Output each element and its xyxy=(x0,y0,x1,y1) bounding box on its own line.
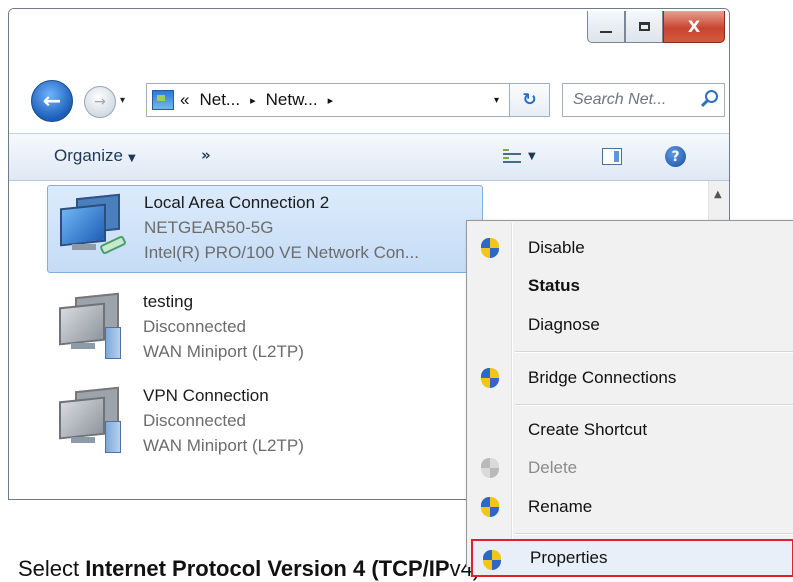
title-bar: X xyxy=(9,9,729,65)
connection-item-vpn-connection[interactable]: VPN Connection Disconnected WAN Miniport… xyxy=(47,379,483,467)
view-options-dropdown[interactable]: ▼ xyxy=(528,151,536,162)
menu-separator xyxy=(515,351,793,353)
context-menu: Disable Status Diagnose Bridge Connectio… xyxy=(466,220,793,577)
control-panel-icon xyxy=(152,90,174,110)
wan-disconnected-icon xyxy=(53,386,125,453)
uac-shield-icon xyxy=(481,368,499,388)
connection-status: Disconnected xyxy=(143,411,247,430)
menu-item-create-shortcut[interactable]: Create Shortcut xyxy=(467,411,793,449)
connection-status: NETGEAR50-5G xyxy=(144,218,274,237)
refresh-button[interactable]: ↻ xyxy=(510,83,550,117)
lan-connected-icon xyxy=(54,193,127,256)
refresh-icon: ↻ xyxy=(522,90,537,110)
chevron-down-icon: ▼ xyxy=(127,153,136,164)
menu-item-properties[interactable]: Properties xyxy=(471,539,793,577)
back-arrow-icon: ← xyxy=(42,88,62,114)
wan-disconnected-icon xyxy=(53,292,125,359)
uac-shield-icon xyxy=(481,497,499,517)
search-placeholder: Search Net... xyxy=(573,91,667,108)
address-dropdown[interactable]: ▾ xyxy=(494,95,499,106)
back-button[interactable]: ← xyxy=(31,80,73,122)
maximize-icon xyxy=(638,22,650,31)
breadcrumb-network-connections[interactable]: Netw... xyxy=(266,90,318,110)
command-bar: Organize ▼ » ▼ ? xyxy=(9,133,729,181)
more-commands-button[interactable]: » xyxy=(201,146,211,164)
minimize-button[interactable] xyxy=(587,11,625,43)
caption-bold-text: Internet Protocol Version 4 (TCP/IP xyxy=(85,556,450,581)
menu-item-disable[interactable]: Disable xyxy=(467,229,793,267)
address-bar[interactable]: « Net... ▸ Netw... ▸ ▾ xyxy=(146,83,510,117)
uac-shield-icon xyxy=(481,238,499,258)
organize-menu[interactable]: Organize ▼ xyxy=(54,146,136,166)
navigation-bar: ← → ▾ « Net... ▸ Netw... ▸ ▾ ↻ Search Ne… xyxy=(9,79,729,123)
forward-arrow-icon: → xyxy=(94,94,106,110)
menu-separator xyxy=(515,404,793,406)
menu-item-bridge-connections[interactable]: Bridge Connections xyxy=(467,359,793,397)
connection-status: Disconnected xyxy=(143,317,247,336)
connection-device: WAN Miniport (L2TP) xyxy=(143,342,304,361)
connection-item-testing[interactable]: testing Disconnected WAN Miniport (L2TP) xyxy=(47,285,483,373)
breadcrumb-separator[interactable]: ▸ xyxy=(250,94,256,107)
menu-item-delete: Delete xyxy=(467,449,793,487)
forward-button[interactable]: → xyxy=(84,86,116,118)
connection-device: WAN Miniport (L2TP) xyxy=(143,436,304,455)
address-prefix[interactable]: « xyxy=(180,90,189,110)
caption-buttons: X xyxy=(587,11,725,43)
menu-item-rename[interactable]: Rename xyxy=(467,488,793,526)
connection-name: VPN Connection xyxy=(143,386,269,405)
minimize-icon xyxy=(600,30,612,33)
menu-item-status[interactable]: Status xyxy=(467,267,793,305)
help-icon[interactable]: ? xyxy=(665,146,686,167)
connection-item-local-area-connection-2[interactable]: Local Area Connection 2 NETGEAR50-5G Int… xyxy=(47,185,483,273)
uac-shield-icon xyxy=(483,550,501,570)
connection-name: Local Area Connection 2 xyxy=(144,193,330,212)
search-icon[interactable] xyxy=(705,90,718,103)
connection-device: Intel(R) PRO/100 VE Network Con... xyxy=(144,243,419,262)
change-view-icon[interactable] xyxy=(503,147,521,165)
connection-name: testing xyxy=(143,292,194,311)
maximize-button[interactable] xyxy=(625,11,663,43)
breadcrumb-network-internet[interactable]: Net... xyxy=(199,90,240,110)
close-button[interactable]: X xyxy=(663,11,725,43)
search-input[interactable]: Search Net... xyxy=(562,83,725,117)
menu-separator xyxy=(515,533,793,535)
uac-shield-icon xyxy=(481,458,499,478)
menu-item-diagnose[interactable]: Diagnose xyxy=(467,306,793,344)
preview-pane-icon[interactable] xyxy=(602,148,622,165)
scroll-up-icon[interactable]: ▲ xyxy=(714,189,722,200)
recent-pages-dropdown[interactable]: ▾ xyxy=(120,95,125,106)
breadcrumb-separator[interactable]: ▸ xyxy=(328,94,334,107)
